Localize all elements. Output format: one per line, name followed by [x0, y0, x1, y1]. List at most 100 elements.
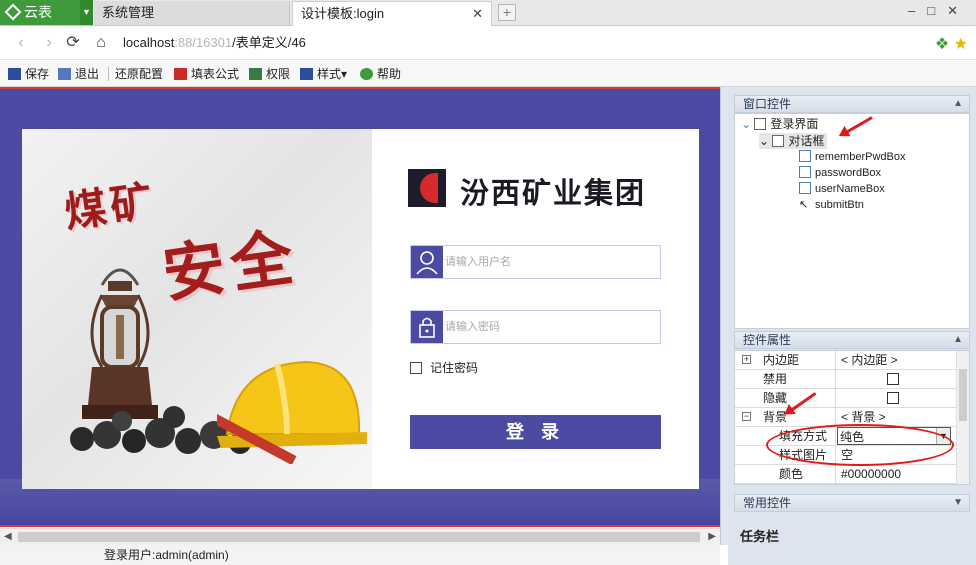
expand-chevron-icon[interactable]: ▼ [953, 495, 963, 511]
save-button[interactable]: 保存 [8, 65, 49, 83]
login-button[interactable]: 登 录 [410, 415, 661, 449]
tab-label: 系统管理 [102, 5, 155, 20]
toolbar-divider [108, 67, 109, 81]
exit-button[interactable]: 退出 [58, 65, 99, 83]
safety-poster-image: 煤矿 安全 [22, 129, 372, 489]
company-logo-icon [408, 169, 446, 207]
password-placeholder: 请输入密码 [445, 321, 500, 333]
collapse-chevron-icon[interactable]: ▲ [953, 96, 963, 112]
tree-node-password-box[interactable]: passwordBox [799, 165, 881, 181]
password-field[interactable]: 请输入密码 [410, 310, 661, 344]
refresh-icon[interactable]: ⟳ [64, 34, 82, 52]
scrollbar-thumb[interactable] [18, 532, 700, 542]
panel-title: 窗口控件 [743, 97, 792, 111]
user-icon [411, 246, 443, 278]
tree-node-dialog[interactable]: ⌄ 对话框 [759, 133, 828, 149]
exit-icon [58, 68, 71, 80]
prop-row-padding[interactable]: + 内边距 < 内边距 > [735, 351, 957, 370]
back-arrow-icon[interactable]: ‹ [12, 34, 30, 52]
panel-title: 控件属性 [743, 333, 792, 347]
style-icon [300, 68, 313, 80]
close-window-icon[interactable]: ✕ [947, 3, 970, 18]
window-controls-panel-header[interactable]: 窗口控件 ▲ [734, 95, 970, 113]
username-placeholder: 请输入用户名 [445, 256, 511, 268]
address-bar[interactable]: localhost:88/16301/表单定义/46 [123, 34, 306, 52]
help-icon [360, 68, 373, 80]
company-name: 汾西矿业集团 [460, 178, 647, 210]
expand-chevron-icon[interactable]: ⌄ [741, 117, 751, 131]
tree-node-submit-btn[interactable]: ↖ submitBtn [799, 197, 864, 213]
prop-name: 内边距 [735, 351, 836, 369]
poster-title-coal-mine: 煤矿 [61, 175, 160, 238]
common-controls-panel-header[interactable]: 常用控件 ▼ [734, 494, 970, 512]
canvas-bottom-guide [0, 525, 720, 527]
prop-row-hidden[interactable]: 隐藏 [735, 389, 957, 408]
favorite-star-icon[interactable]: ★ [954, 36, 968, 53]
minimize-icon[interactable]: – [908, 3, 927, 18]
remember-password-checkbox[interactable]: 记住密码 [410, 361, 478, 377]
prop-row-disabled[interactable]: 禁用 [735, 370, 957, 389]
prop-value-checkbox[interactable] [837, 389, 957, 407]
app-brand-tab[interactable]: 云表 [0, 0, 80, 25]
tree-node-login-screen[interactable]: ⌄ 登录界面 [741, 116, 818, 132]
property-grid-scrollbar[interactable] [956, 351, 969, 484]
scroll-left-arrow-icon[interactable]: ◀ [4, 531, 12, 542]
style-menu-button[interactable]: 样式▾ [300, 65, 347, 83]
scrollbar-thumb[interactable] [959, 369, 967, 421]
navigation-bar: ‹ › ⟳ ⌂ localhost:88/16301/表单定义/46 ❖ ★ [0, 26, 976, 60]
checkbox-box[interactable] [887, 392, 899, 404]
designer-toolbar: 保存 退出 还原配置 填表公式 权限 样式▾ 帮助 [0, 61, 976, 87]
prop-row-color[interactable]: 颜色 #00000000 [735, 465, 957, 484]
username-field[interactable]: 请输入用户名 [410, 245, 661, 279]
prop-value[interactable]: #00000000 [837, 465, 957, 483]
extension-icon[interactable]: ❖ [935, 36, 949, 53]
scroll-right-arrow-icon[interactable]: ▶ [708, 531, 716, 542]
login-user-status: 登录用户:admin(admin) [104, 548, 229, 562]
checkbox-box[interactable] [410, 362, 422, 374]
prop-name: 隐藏 [735, 389, 836, 407]
new-tab-button[interactable]: + [498, 4, 516, 21]
checkbox-box[interactable] [887, 373, 899, 385]
collapse-chevron-icon[interactable]: ▲ [953, 332, 963, 348]
pane-splitter[interactable] [720, 87, 728, 545]
permissions-button[interactable]: 权限 [249, 65, 290, 83]
expand-chevron-icon[interactable]: ⌄ [759, 134, 769, 148]
login-dialog[interactable]: 煤矿 安全 汾西矿业集团 请输入用户名 请输入密码 记住密码 登 录 [22, 129, 699, 489]
tree-label: rememberPwdBox [815, 151, 906, 163]
design-canvas[interactable]: 煤矿 安全 汾西矿业集团 请输入用户名 请输入密码 记住密码 登 录 [0, 87, 720, 527]
right-side-panels: 窗口控件 ▲ ⌄ 登录界面 ⌄ 对话框 rememberPwdBox passw… [728, 87, 976, 565]
lock-icon [411, 311, 443, 343]
prop-value[interactable]: < 内边距 > [837, 351, 957, 369]
browser-tab-strip: 云表 ▼ 系统管理 设计模板:login ✕ + –□✕ [0, 0, 976, 26]
forward-arrow-icon[interactable]: › [40, 34, 58, 52]
close-tab-icon[interactable]: ✕ [472, 2, 483, 26]
canvas-horizontal-scrollbar[interactable]: ◀ ▶ [0, 528, 720, 545]
fill-formula-button[interactable]: 填表公式 [174, 65, 239, 83]
tab-system-management[interactable]: 系统管理 [94, 1, 290, 25]
restore-config-button[interactable]: 还原配置 [115, 65, 163, 83]
textbox-control-icon [799, 182, 811, 194]
tree-label: 对话框 [788, 134, 825, 148]
login-form: 汾西矿业集团 请输入用户名 请输入密码 记住密码 登 录 [372, 129, 699, 489]
tree-node-remember-pwd-box[interactable]: rememberPwdBox [799, 149, 905, 165]
dialog-icon [772, 135, 785, 147]
restore-config-label: 还原配置 [115, 67, 164, 81]
tab-design-template[interactable]: 设计模板:login ✕ [292, 1, 492, 26]
fill-formula-label: 填表公式 [191, 67, 240, 81]
textbox-control-icon [799, 166, 811, 178]
pointer-control-icon: ↖ [799, 199, 809, 211]
app-logo-icon [4, 3, 22, 21]
checkbox-control-icon [799, 150, 811, 162]
taskbar-label: 任务栏 [740, 529, 780, 544]
maximize-icon[interactable]: □ [927, 3, 947, 18]
panel-title: 常用控件 [743, 496, 792, 510]
taskbar-tab[interactable]: 任务栏 [728, 526, 976, 546]
help-button[interactable]: 帮助 [360, 65, 401, 83]
poster-title-safety: 安全 [158, 219, 304, 312]
tree-node-username-box[interactable]: userNameBox [799, 181, 885, 197]
home-icon[interactable]: ⌂ [92, 34, 110, 52]
brand-menu-chevron-icon[interactable]: ▼ [80, 0, 93, 25]
control-properties-panel-header[interactable]: 控件属性 ▲ [734, 331, 970, 349]
prop-value-checkbox[interactable] [837, 370, 957, 388]
control-tree: ⌄ 登录界面 ⌄ 对话框 rememberPwdBox passwordBox … [734, 113, 970, 329]
